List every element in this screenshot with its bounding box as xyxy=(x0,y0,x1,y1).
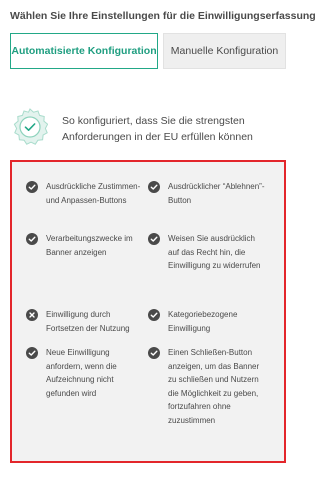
feature-label: Ausdrücklicher “Ablehnen”-Button xyxy=(168,182,265,205)
feature-request-new-consent: Neue Einwilligung anfordern, wenn die Au… xyxy=(26,346,144,400)
automatic-configuration-button[interactable]: Automatisierte Konfiguration xyxy=(10,33,158,69)
check-circle-icon xyxy=(148,233,160,245)
page-title: Wählen Sie Ihre Einstellungen für die Ei… xyxy=(10,10,316,22)
feature-label: Weisen Sie ausdrücklich auf das Recht hi… xyxy=(168,234,261,270)
check-circle-icon xyxy=(26,181,38,193)
check-circle-icon xyxy=(148,181,160,193)
check-circle-icon xyxy=(26,233,38,245)
seal-check-icon xyxy=(13,108,48,145)
feature-label: Einen Schließen-Button anzeigen, um das … xyxy=(168,348,260,425)
feature-processing-purposes: Verarbeitungszwecke im Banner anzeigen xyxy=(26,232,144,259)
feature-consent-by-continued-use: Einwilligung durch Fortsetzen der Nutzun… xyxy=(26,308,144,335)
feature-label: Kategoriebezogene Einwilligung xyxy=(168,310,238,333)
feature-close-button: Einen Schließen-Button anzeigen, um das … xyxy=(148,346,268,427)
info-text: So konfiguriert, dass Sie die strengsten… xyxy=(62,115,253,143)
feature-label: Verarbeitungszwecke im Banner anzeigen xyxy=(46,234,133,257)
check-circle-icon xyxy=(148,309,160,321)
check-circle-icon xyxy=(148,347,160,359)
x-circle-icon xyxy=(26,309,38,321)
feature-accept-customize-buttons: Ausdrückliche Zustimmen- und Anpassen-Bu… xyxy=(26,180,144,207)
feature-reject-button: Ausdrücklicher “Ablehnen”-Button xyxy=(148,180,268,207)
check-circle-icon xyxy=(26,347,38,359)
manual-configuration-button[interactable]: Manuelle Konfiguration xyxy=(163,33,286,69)
info-row: So konfiguriert, dass Sie die strengsten… xyxy=(12,108,292,148)
feature-label: Neue Einwilligung anfordern, wenn die Au… xyxy=(46,348,117,398)
feature-label: Einwilligung durch Fortsetzen der Nutzun… xyxy=(46,310,130,333)
feature-label: Ausdrückliche Zustimmen- und Anpassen-Bu… xyxy=(46,182,141,205)
feature-category-consent: Kategoriebezogene Einwilligung xyxy=(148,308,268,335)
feature-right-to-withdraw: Weisen Sie ausdrücklich auf das Recht hi… xyxy=(148,232,268,273)
features-panel: Ausdrückliche Zustimmen- und Anpassen-Bu… xyxy=(10,160,286,463)
